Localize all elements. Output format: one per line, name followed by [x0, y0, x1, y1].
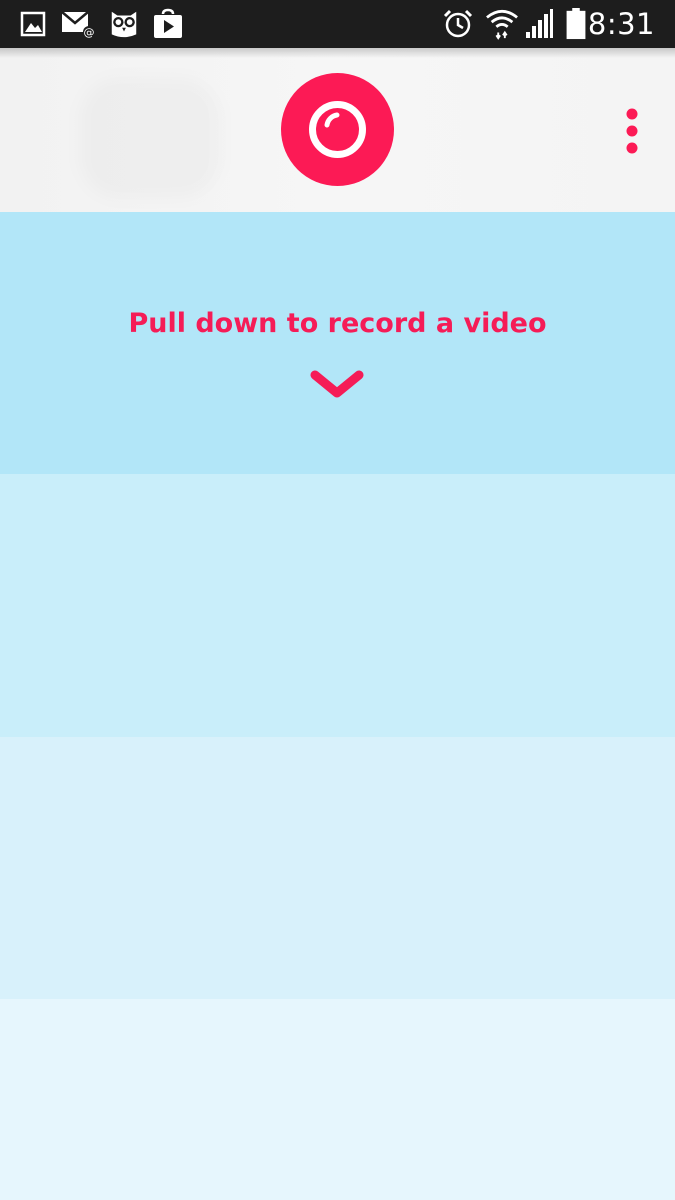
signal-icon — [526, 9, 553, 38]
video-list-item — [0, 474, 675, 737]
header-shadow — [0, 48, 675, 58]
play-store-icon — [154, 8, 182, 38]
record-video-button[interactable] — [281, 73, 394, 186]
hootsuite-owl-icon — [111, 11, 137, 38]
camera-lens-icon — [309, 101, 366, 158]
overflow-menu-button[interactable] — [617, 106, 647, 156]
svg-text:@: @ — [84, 26, 95, 39]
wifi-icon — [486, 9, 518, 40]
pull-prompt-text: Pull down to record a video — [128, 308, 547, 339]
video-list-item — [0, 737, 675, 999]
gallery-icon — [20, 11, 46, 37]
camera-header — [0, 48, 675, 212]
alarm-icon — [443, 9, 473, 38]
pull-to-record-panel[interactable]: Pull down to record a video — [0, 212, 675, 474]
video-list-item — [0, 999, 675, 1200]
status-time: 8:31 — [587, 7, 655, 41]
camera-preview-blur — [80, 78, 220, 198]
status-bar: @ 8:31 — [0, 0, 675, 48]
battery-icon — [566, 8, 586, 40]
overflow-menu-icon — [626, 108, 638, 154]
chevron-down-icon — [310, 370, 364, 398]
email-icon: @ — [61, 11, 95, 39]
